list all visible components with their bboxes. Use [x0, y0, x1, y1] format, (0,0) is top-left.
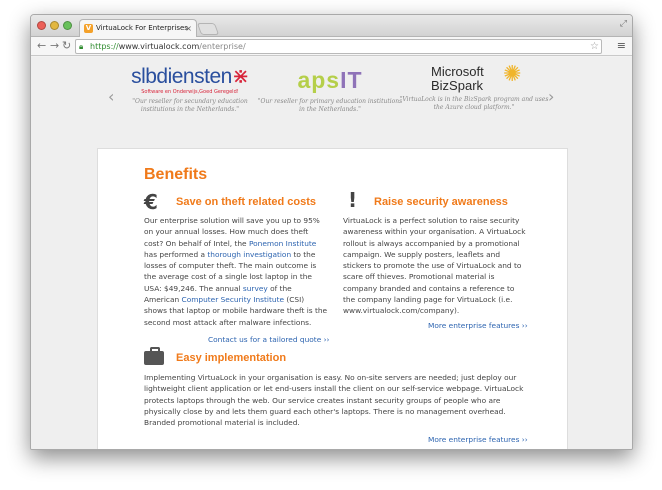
theft-text: Our enterprise solution will save you up…: [144, 216, 328, 327]
zoom-window-button[interactable]: [63, 21, 72, 30]
title-bar: V VirtuaLock For Enterprises × ⤢: [31, 15, 632, 37]
exclamation-icon: !: [348, 188, 358, 212]
slbdiensten-tagline: Software en Onderwijs,Goed Geregeld!: [141, 89, 239, 95]
partner-apsit[interactable]: apsIT "Our reseller for primary educatio…: [255, 65, 405, 114]
csi-link[interactable]: Computer Security Institute: [182, 295, 284, 304]
investigation-link[interactable]: thorough investigation: [207, 250, 291, 259]
partner-caption: "Our reseller for secundary education in…: [132, 98, 248, 113]
close-window-button[interactable]: [37, 21, 46, 30]
minimize-window-button[interactable]: [50, 21, 59, 30]
back-arrow-icon[interactable]: ←: [37, 39, 46, 53]
security-text: VirtuaLock is a perfect solution to rais…: [343, 216, 526, 316]
lock-icon: 🔒︎: [79, 42, 84, 51]
apsit-logo: apsIT: [297, 67, 363, 93]
favicon-icon: V: [84, 24, 93, 33]
tab-title: VirtuaLock For Enterprises: [96, 24, 188, 32]
slbdiensten-logo: slbdiensten⋇: [131, 65, 249, 88]
tab-close-icon[interactable]: ×: [185, 20, 192, 37]
implementation-heading: Easy implementation: [176, 352, 287, 364]
bizspark-logo: Microsoft BizSpark ✺: [431, 61, 522, 93]
benefits-card: Benefits € Save on theft related costs O…: [97, 148, 568, 449]
new-tab-button[interactable]: [196, 23, 220, 35]
address-bar[interactable]: 🔒︎ https://www.virtualock.com/enterprise…: [75, 39, 602, 54]
forward-arrow-icon[interactable]: →: [50, 39, 59, 53]
more-features-link[interactable]: More enterprise features ››: [428, 321, 528, 330]
euro-icon: €: [144, 190, 158, 214]
benefits-title: Benefits: [144, 166, 208, 183]
briefcase-icon: [144, 347, 164, 365]
bookmark-star-icon[interactable]: ☆: [590, 40, 599, 53]
menu-icon[interactable]: ≡: [617, 39, 626, 52]
page-viewport[interactable]: ‹ › slbdiensten⋇ Software en Onderwijs,G…: [31, 57, 632, 449]
browser-tab[interactable]: V VirtuaLock For Enterprises ×: [79, 19, 197, 37]
bizspark-burst-icon: ✺: [503, 61, 522, 86]
security-heading: Raise security awareness: [374, 196, 508, 208]
more-features-link-2[interactable]: More enterprise features ››: [428, 435, 528, 444]
carousel-prev-button[interactable]: ‹: [108, 87, 114, 106]
partner-bizspark[interactable]: Microsoft BizSpark ✺ "VirtuaLock is in t…: [399, 61, 549, 112]
partner-caption: "Our reseller for primary education inst…: [257, 98, 403, 113]
implementation-text: Implementing VirtuaLock in your organisa…: [144, 373, 524, 428]
partner-caption: "VirtuaLock is in the BizSpark program a…: [399, 96, 549, 111]
partner-carousel: ‹ › slbdiensten⋇ Software en Onderwijs,G…: [31, 57, 632, 137]
ponemon-link[interactable]: Ponemon Institute: [249, 239, 316, 248]
browser-toolbar: ← → ↻ 🔒︎ https://www.virtualock.com/ente…: [31, 37, 632, 56]
browser-window: V VirtuaLock For Enterprises × ⤢ ← → ↻ 🔒…: [30, 14, 633, 450]
contact-quote-link[interactable]: Contact us for a tailored quote ››: [208, 335, 330, 344]
fullscreen-icon[interactable]: ⤢: [620, 19, 627, 29]
url-path: /enterprise/: [199, 42, 246, 51]
theft-heading: Save on theft related costs: [176, 196, 316, 208]
reload-icon[interactable]: ↻: [62, 39, 71, 53]
survey-link[interactable]: survey: [243, 284, 268, 293]
partner-slbdiensten[interactable]: slbdiensten⋇ Software en Onderwijs,Goed …: [115, 65, 265, 114]
url-host: www.virtualock.com: [118, 42, 200, 51]
url-scheme: https://: [90, 42, 119, 51]
